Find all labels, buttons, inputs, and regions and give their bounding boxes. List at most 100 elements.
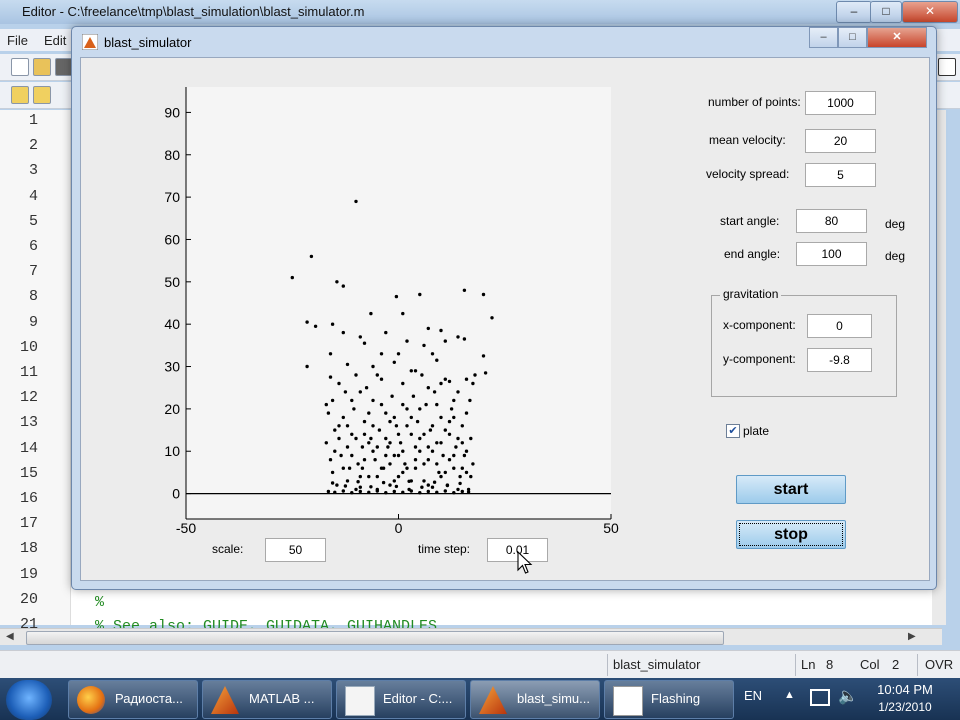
scatter-point — [458, 481, 462, 486]
scatter-point — [371, 449, 375, 453]
gy-input[interactable]: -9.8 — [807, 348, 872, 372]
velocity-spread-input[interactable]: 5 — [805, 163, 876, 187]
scatter-point — [379, 402, 384, 407]
x-tick-label: 0 — [395, 520, 403, 536]
scatter-point — [456, 335, 460, 339]
scatter-point — [435, 462, 439, 466]
scatter-point — [443, 489, 447, 493]
y-tick-label: 0 — [172, 486, 180, 502]
scatter-point — [339, 453, 343, 458]
timestep-label: time step: — [418, 542, 471, 556]
scatter-point — [358, 485, 362, 489]
gx-input[interactable]: 0 — [807, 314, 872, 338]
scatter-point — [452, 415, 456, 420]
end-angle-input[interactable]: 100 — [796, 242, 867, 266]
mean-velocity-label: mean velocity: — [709, 133, 786, 147]
scatter-point — [313, 324, 318, 328]
scatter-point — [413, 466, 418, 470]
scatter-point — [405, 424, 409, 428]
scatter-point — [324, 441, 328, 445]
scatter-point — [388, 419, 392, 424]
scatter-point — [371, 424, 375, 428]
scatter-point — [328, 458, 333, 462]
scatter-point — [430, 449, 435, 453]
scatter-point — [392, 489, 396, 494]
scatter-point — [290, 275, 294, 280]
scatter-point — [362, 432, 367, 436]
scale-input[interactable]: 50 — [265, 538, 326, 562]
gravitation-panel-title: gravitation — [720, 287, 782, 301]
scatter-point — [333, 449, 337, 453]
scatter-point — [345, 445, 350, 449]
scatter-point — [375, 474, 379, 479]
scatter-point — [330, 322, 335, 326]
end-angle-unit: deg — [885, 249, 906, 263]
scatter-point — [371, 398, 375, 403]
scatter-point — [471, 462, 475, 466]
scatter-point — [367, 411, 371, 415]
scatter-point — [430, 424, 435, 428]
scatter-point — [443, 470, 447, 475]
scatter-point — [396, 474, 401, 479]
scatter-point — [420, 373, 424, 377]
scatter-point — [367, 441, 371, 445]
scatter-point — [333, 490, 337, 494]
num-points-input[interactable]: 1000 — [805, 91, 876, 115]
scatter-point — [403, 462, 407, 466]
x-tick-label: -50 — [176, 520, 196, 536]
scatter-point — [422, 462, 426, 466]
y-tick-label: 50 — [164, 274, 180, 290]
scatter-point — [405, 407, 409, 411]
scatter-point — [443, 377, 447, 381]
scatter-point — [426, 386, 430, 390]
plate-checkbox[interactable]: ✔ — [726, 424, 740, 438]
scatter-point — [350, 398, 354, 403]
scatter-point — [384, 491, 388, 495]
mean-velocity-input[interactable]: 20 — [805, 129, 876, 153]
scatter-point — [435, 402, 439, 407]
x-tick-label: 50 — [603, 520, 619, 536]
scatter-point — [375, 373, 379, 377]
scatter-point — [447, 419, 452, 424]
scatter-point — [364, 386, 369, 390]
scatter-point — [360, 466, 365, 470]
gravitation-panel — [711, 295, 897, 397]
scatter-point — [413, 445, 418, 449]
y-tick-label: 70 — [164, 189, 180, 205]
scatter-point — [424, 402, 428, 407]
scatter-point — [358, 390, 362, 394]
scatter-point — [347, 466, 352, 470]
scatter-point — [473, 373, 477, 377]
scatter-point — [464, 377, 469, 381]
scatter-point — [356, 462, 360, 466]
scatter-point — [352, 407, 356, 411]
scatter-point — [422, 432, 426, 436]
scatter-point — [409, 369, 413, 373]
scatter-point — [413, 458, 418, 462]
scatter-point — [324, 402, 328, 407]
start-angle-input[interactable]: 80 — [796, 209, 867, 233]
scatter-point — [388, 441, 392, 445]
scatter-point — [469, 436, 473, 441]
scatter-point — [358, 474, 362, 479]
scatter-point — [426, 445, 430, 449]
scatter-point — [426, 489, 430, 494]
scatter-point — [369, 436, 373, 441]
scatter-point — [328, 375, 333, 379]
scatter-point — [398, 441, 403, 445]
scatter-point — [392, 453, 396, 458]
stop-button[interactable]: stop — [736, 520, 846, 549]
scatter-point — [445, 483, 450, 488]
scatter-point — [309, 254, 314, 259]
start-button[interactable]: start — [736, 475, 846, 504]
scatter-point — [439, 474, 443, 479]
scatter-point — [396, 453, 401, 458]
scatter-point — [447, 432, 452, 436]
gx-label: x-component: — [723, 318, 796, 332]
scatter-point — [439, 381, 443, 386]
scatter-point — [452, 453, 456, 458]
scatter-point — [390, 394, 394, 398]
scatter-point — [462, 337, 467, 341]
scatter-point — [367, 490, 371, 494]
scatter-point — [375, 489, 379, 493]
